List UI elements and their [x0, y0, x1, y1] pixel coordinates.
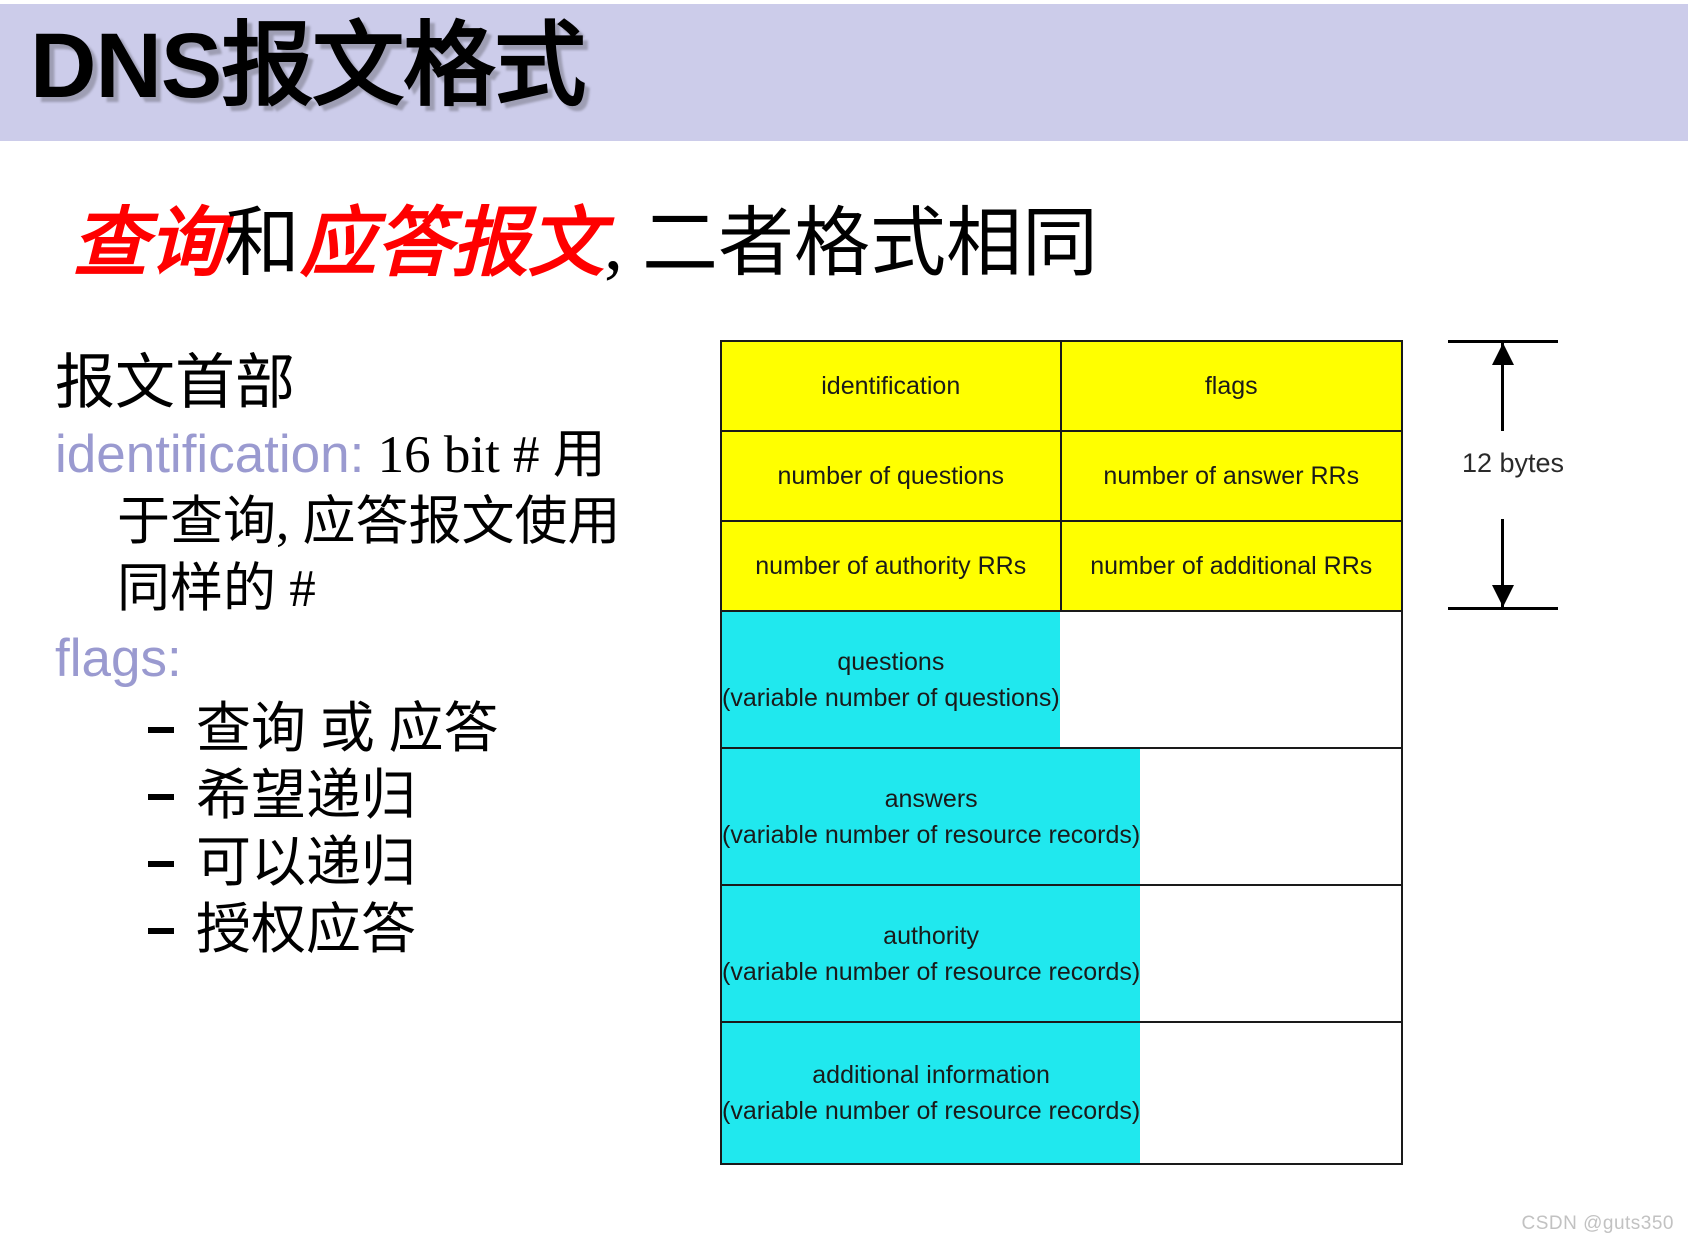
list-item: 希望递归: [55, 762, 715, 829]
watermark: CSDN @guts350: [1521, 1213, 1674, 1234]
payload-row-additional: additional information (variable number …: [722, 1023, 1401, 1163]
payload-row-answers: answers (variable number of resource rec…: [722, 749, 1401, 886]
subtitle-reply-term: 应答报文: [300, 202, 604, 286]
identification-cont-line-2: 同样的 #: [117, 560, 316, 618]
dns-message-format-diagram: identification flags number of questions…: [720, 340, 1403, 1165]
subtitle-tail: , 二者格式相同: [604, 202, 1098, 286]
header-row-3: number of authority RRs number of additi…: [722, 522, 1401, 612]
page-title: DNS报文格式: [30, 15, 586, 117]
payload-row-authority: authority (variable number of resource r…: [722, 886, 1401, 1023]
section-answers-detail: (variable number of resource records): [722, 820, 1141, 849]
section-answers: answers (variable number of resource rec…: [722, 749, 1141, 884]
header-size-dimension-annotation: 12 bytes: [1448, 340, 1568, 610]
flags-list: 查询 或 应答 希望递归 可以递归 授权应答: [55, 695, 715, 963]
list-item: 查询 或 应答: [55, 695, 715, 762]
section-authority-title: authority: [883, 921, 980, 950]
section-additional-title: additional information: [812, 1061, 1050, 1089]
dash-bullet-icon: [148, 794, 174, 800]
dash-bullet-icon: [148, 928, 174, 934]
identification-label: identification:: [55, 425, 365, 484]
section-additional-detail: (variable number of resource records): [722, 1097, 1141, 1125]
body-text-column: 报文首部 identification: 16 bit # 用 于查询, 应答报…: [55, 345, 715, 963]
field-number-of-additional-rrs: number of additional RRs: [1061, 522, 1401, 610]
field-identification: identification: [722, 342, 1062, 430]
dimension-stem-upper: [1501, 343, 1504, 431]
dash-bullet-icon: [148, 861, 174, 867]
list-item-label: 查询 或 应答: [196, 698, 499, 759]
subtitle-conjunction: 和: [224, 202, 300, 286]
subtitle-query-term: 查询: [72, 202, 224, 286]
field-number-of-authority-rrs: number of authority RRs: [722, 522, 1062, 610]
field-number-of-answer-rrs: number of answer RRs: [1061, 432, 1401, 520]
section-questions-title: questions: [837, 647, 945, 676]
section-additional-information: additional information (variable number …: [722, 1023, 1141, 1163]
arrow-down-icon: [1492, 585, 1514, 607]
section-questions-detail: (variable number of questions): [722, 683, 1060, 712]
section-questions: questions (variable number of questions): [722, 612, 1060, 747]
subtitle: 查询和应答报文, 二者格式相同: [72, 196, 1098, 292]
list-item-label: 授权应答: [196, 899, 417, 960]
identification-cont-line-1: 于查询, 应答报文使用: [117, 493, 621, 551]
section-authority-detail: (variable number of resource records): [722, 957, 1141, 986]
dimension-label: 12 bytes: [1461, 448, 1565, 478]
header-row-1: identification flags: [722, 342, 1401, 432]
dash-bullet-icon: [148, 727, 174, 733]
dimension-bottom-cap: [1448, 607, 1558, 610]
section-authority: authority (variable number of resource r…: [722, 886, 1141, 1021]
header-row-2: number of questions number of answer RRs: [722, 432, 1401, 522]
list-item-label: 希望递归: [196, 765, 417, 826]
list-item-label: 可以递归: [196, 832, 417, 893]
body-heading: 报文首部: [55, 350, 295, 416]
flags-label: flags:: [55, 629, 182, 688]
list-item: 可以递归: [55, 829, 715, 896]
payload-row-questions: questions (variable number of questions): [722, 612, 1401, 749]
field-number-of-questions: number of questions: [722, 432, 1062, 520]
identification-entry: identification: 16 bit # 用: [55, 421, 715, 489]
list-item: 授权应答: [55, 896, 715, 963]
identification-text: 16 bit # 用: [364, 426, 606, 484]
field-flags: flags: [1061, 342, 1401, 430]
section-answers-title: answers: [884, 784, 978, 813]
